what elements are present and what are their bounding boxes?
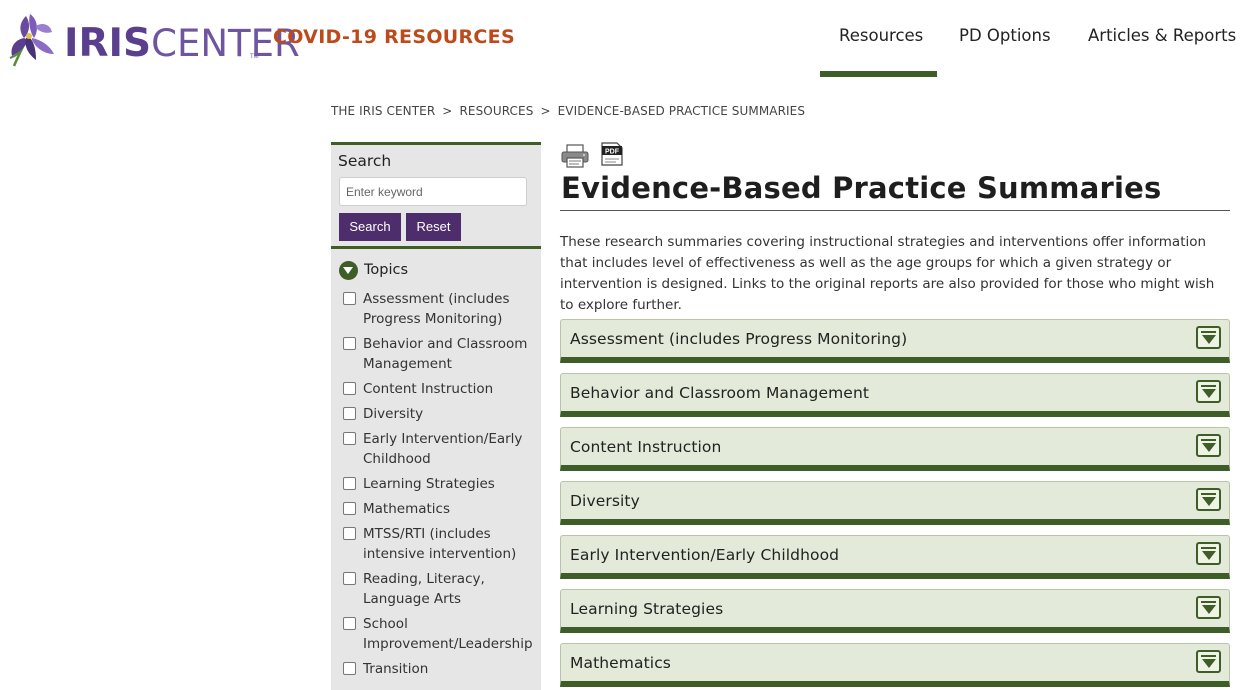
nav-articles-reports[interactable]: Articles & Reports	[1088, 26, 1236, 45]
accordion-label: Early Intervention/Early Childhood	[570, 546, 840, 564]
nav-active-indicator	[820, 71, 937, 77]
expand-down-icon[interactable]	[1196, 650, 1221, 673]
topic-filter-item[interactable]: Reading, Literacy, Language Arts	[343, 569, 535, 609]
topic-filter-item[interactable]: Assessment (includes Progress Monitoring…	[343, 289, 535, 329]
reset-button[interactable]: Reset	[406, 213, 461, 241]
topic-label: School Improvement/Leadership	[363, 616, 533, 652]
topic-filter-item[interactable]: School Improvement/Leadership	[343, 614, 535, 654]
intro-paragraph: These research summaries covering instru…	[560, 234, 1215, 313]
breadcrumb-separator: >	[442, 104, 453, 118]
topic-checkbox[interactable]	[343, 292, 356, 305]
expand-down-icon[interactable]	[1196, 596, 1221, 619]
chevron-down-circle-icon	[339, 260, 358, 280]
expand-down-icon[interactable]	[1196, 434, 1221, 457]
topic-filter-item[interactable]: Mathematics	[343, 499, 535, 519]
topic-label: Learning Strategies	[363, 476, 495, 492]
search-button[interactable]: Search	[339, 213, 401, 241]
topic-label: MTSS/RTI (includes intensive interventio…	[363, 526, 517, 562]
accordion-label: Behavior and Classroom Management	[570, 384, 870, 402]
accordion-item-mathematics[interactable]: Mathematics	[560, 643, 1230, 687]
sidebar: Search Search Reset Topics Assessment (i…	[331, 142, 541, 690]
topic-label: Behavior and Classroom Management	[363, 336, 528, 372]
breadcrumb-resources[interactable]: RESOURCES	[459, 104, 533, 118]
topic-checkbox[interactable]	[343, 382, 356, 395]
accordion-item-behavior[interactable]: Behavior and Classroom Management	[560, 373, 1230, 417]
topic-checkbox[interactable]	[343, 662, 356, 675]
expand-down-icon[interactable]	[1196, 326, 1221, 349]
page-title: Evidence-Based Practice Summaries	[561, 171, 1162, 205]
logo-wordmark-bold: IRIS	[64, 21, 152, 66]
accordion-item-diversity[interactable]: Diversity	[560, 481, 1230, 525]
iris-flower-icon	[9, 14, 54, 67]
logo-wordmark: IRISCENTER	[64, 24, 300, 64]
topic-checkbox[interactable]	[343, 407, 356, 420]
expand-down-icon[interactable]	[1196, 380, 1221, 403]
topic-checkbox[interactable]	[343, 337, 356, 350]
breadcrumb-home[interactable]: THE IRIS CENTER	[331, 104, 435, 118]
topic-checkbox[interactable]	[343, 617, 356, 630]
topic-label: Transition	[363, 661, 429, 677]
iris-center-logo[interactable]: IRISCENTER TM	[6, 8, 300, 70]
breadcrumb-separator: >	[540, 104, 551, 118]
search-input[interactable]	[339, 177, 527, 206]
logo-trademark: TM	[250, 54, 259, 60]
accordion-item-learning-strategies[interactable]: Learning Strategies	[560, 589, 1230, 633]
topic-filter-item[interactable]: Behavior and Classroom Management	[343, 334, 535, 374]
topic-checkbox[interactable]	[343, 432, 356, 445]
accordion-label: Content Instruction	[570, 438, 722, 456]
accordion-label: Diversity	[570, 492, 640, 510]
topic-label: Reading, Literacy, Language Arts	[363, 571, 485, 607]
topics-toggle[interactable]: Topics	[339, 259, 408, 281]
sidebar-divider	[331, 246, 541, 249]
covid-resources-link[interactable]: COVID-19 RESOURCES	[273, 26, 515, 48]
title-divider	[560, 210, 1230, 211]
search-title: Search	[338, 152, 392, 170]
topic-filter-item[interactable]: Learning Strategies	[343, 474, 535, 494]
accordion-item-content-instruction[interactable]: Content Instruction	[560, 427, 1230, 471]
breadcrumb: THE IRIS CENTER > RESOURCES > EVIDENCE-BASED…	[331, 104, 805, 118]
print-icon[interactable]	[560, 144, 590, 168]
nav-pd-options[interactable]: PD Options	[959, 26, 1051, 45]
accordion-item-early-intervention[interactable]: Early Intervention/Early Childhood	[560, 535, 1230, 579]
topic-filter-item[interactable]: Early Intervention/Early Childhood	[343, 429, 535, 469]
topic-filter-item[interactable]: Content Instruction	[343, 379, 535, 399]
accordion-item-assessment[interactable]: Assessment (includes Progress Monitoring…	[560, 319, 1230, 363]
breadcrumb-current: EVIDENCE-BASED PRACTICE SUMMARIES	[557, 104, 806, 118]
accordion-label: Assessment (includes Progress Monitoring…	[570, 330, 908, 348]
topics-label: Topics	[364, 262, 409, 278]
topic-label: Mathematics	[363, 501, 450, 517]
expand-down-icon[interactable]	[1196, 542, 1221, 565]
topic-filter-item[interactable]: MTSS/RTI (includes intensive interventio…	[343, 524, 535, 564]
topic-label: Diversity	[363, 406, 424, 422]
topic-checkbox[interactable]	[343, 527, 356, 540]
topic-checkbox[interactable]	[343, 477, 356, 490]
topic-filter-item[interactable]: Transition	[343, 659, 535, 679]
topic-checkbox[interactable]	[343, 502, 356, 515]
accordion-label: Learning Strategies	[570, 600, 724, 618]
topic-label: Assessment (includes Progress Monitoring…	[363, 291, 510, 327]
pdf-icon[interactable]: PDF	[600, 142, 624, 166]
topic-filter-item[interactable]: Diversity	[343, 404, 535, 424]
nav-resources[interactable]: Resources	[839, 26, 923, 45]
pdf-icon-label: PDF	[605, 149, 620, 156]
topic-checkbox[interactable]	[343, 572, 356, 585]
topic-label: Early Intervention/Early Childhood	[363, 431, 523, 467]
topic-label: Content Instruction	[363, 381, 494, 397]
accordion-label: Mathematics	[570, 654, 671, 672]
expand-down-icon[interactable]	[1196, 488, 1221, 511]
